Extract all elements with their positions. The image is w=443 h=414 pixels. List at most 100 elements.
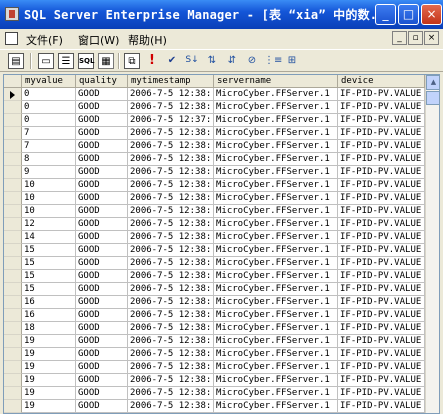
cell-servername[interactable]: MicroCyber.FFServer.1 xyxy=(214,114,338,127)
row-selector[interactable] xyxy=(4,218,22,231)
cell-device[interactable]: IF-PID-PV.VALUE xyxy=(338,374,425,387)
row-selector[interactable] xyxy=(4,348,22,361)
cell-servername[interactable]: MicroCyber.FFServer.1 xyxy=(214,101,338,114)
cell-myvalue[interactable]: 0 xyxy=(22,114,76,127)
cell-quality[interactable]: GOOD xyxy=(76,101,128,114)
cell-device[interactable]: IF-PID-PV.VALUE xyxy=(338,153,425,166)
cell-myvalue[interactable]: 19 xyxy=(22,400,76,413)
cell-mytimestamp[interactable]: 2006-7-5 12:38: xyxy=(128,361,214,374)
cell-device[interactable]: IF-PID-PV.VALUE xyxy=(338,348,425,361)
row-selector[interactable] xyxy=(4,192,22,205)
close-button[interactable]: × xyxy=(421,4,442,25)
cell-mytimestamp[interactable]: 2006-7-5 12:38: xyxy=(128,244,214,257)
cell-quality[interactable]: GOOD xyxy=(76,283,128,296)
remove-filter-2-icon[interactable]: ⊘ xyxy=(244,53,260,69)
row-selector[interactable] xyxy=(4,140,22,153)
row-selector[interactable] xyxy=(4,153,22,166)
sort-desc-icon[interactable]: ⇵ xyxy=(224,53,240,69)
row-selector[interactable] xyxy=(4,283,22,296)
cell-myvalue[interactable]: 19 xyxy=(22,361,76,374)
cell-servername[interactable]: MicroCyber.FFServer.1 xyxy=(214,400,338,413)
cell-device[interactable]: IF-PID-PV.VALUE xyxy=(338,322,425,335)
cell-device[interactable]: IF-PID-PV.VALUE xyxy=(338,192,425,205)
results-pane-icon[interactable]: ▦ xyxy=(98,53,114,69)
maximize-button[interactable]: □ xyxy=(398,4,419,25)
vertical-scrollbar[interactable]: ▲ xyxy=(425,75,439,413)
row-selector[interactable] xyxy=(4,244,22,257)
cell-device[interactable]: IF-PID-PV.VALUE xyxy=(338,179,425,192)
cell-mytimestamp[interactable]: 2006-7-5 12:37: xyxy=(128,114,214,127)
show-grid-icon[interactable]: ☰ xyxy=(58,53,74,69)
cell-quality[interactable]: GOOD xyxy=(76,179,128,192)
cell-quality[interactable]: GOOD xyxy=(76,205,128,218)
row-selector[interactable] xyxy=(4,374,22,387)
cell-quality[interactable]: GOOD xyxy=(76,218,128,231)
cell-myvalue[interactable]: 19 xyxy=(22,348,76,361)
cell-myvalue[interactable]: 9 xyxy=(22,166,76,179)
cell-mytimestamp[interactable]: 2006-7-5 12:38: xyxy=(128,335,214,348)
cell-servername[interactable]: MicroCyber.FFServer.1 xyxy=(214,127,338,140)
cell-quality[interactable]: GOOD xyxy=(76,335,128,348)
row-selector[interactable] xyxy=(4,88,22,101)
cell-mytimestamp[interactable]: 2006-7-5 12:38: xyxy=(128,374,214,387)
row-selector[interactable] xyxy=(4,166,22,179)
cell-device[interactable]: IF-PID-PV.VALUE xyxy=(338,283,425,296)
row-selector[interactable] xyxy=(4,296,22,309)
cell-mytimestamp[interactable]: 2006-7-5 12:38: xyxy=(128,257,214,270)
cell-myvalue[interactable]: 0 xyxy=(22,88,76,101)
cell-device[interactable]: IF-PID-PV.VALUE xyxy=(338,387,425,400)
cell-quality[interactable]: GOOD xyxy=(76,322,128,335)
row-selector[interactable] xyxy=(4,231,22,244)
cell-quality[interactable]: GOOD xyxy=(76,192,128,205)
cell-quality[interactable]: GOOD xyxy=(76,166,128,179)
row-selector[interactable] xyxy=(4,361,22,374)
cell-servername[interactable]: MicroCyber.FFServer.1 xyxy=(214,322,338,335)
row-selector[interactable] xyxy=(4,309,22,322)
column-header-mytimestamp[interactable]: mytimestamp xyxy=(128,75,214,88)
cell-myvalue[interactable]: 14 xyxy=(22,231,76,244)
cell-quality[interactable]: GOOD xyxy=(76,387,128,400)
cell-mytimestamp[interactable]: 2006-7-5 12:38: xyxy=(128,387,214,400)
cell-myvalue[interactable]: 10 xyxy=(22,179,76,192)
cell-device[interactable]: IF-PID-PV.VALUE xyxy=(338,205,425,218)
cell-mytimestamp[interactable]: 2006-7-5 12:38: xyxy=(128,231,214,244)
cell-mytimestamp[interactable]: 2006-7-5 12:38: xyxy=(128,88,214,101)
sql-pane-icon[interactable]: SQL xyxy=(78,53,94,69)
cell-servername[interactable]: MicroCyber.FFServer.1 xyxy=(214,257,338,270)
column-header-device[interactable]: device xyxy=(338,75,425,88)
scroll-thumb[interactable] xyxy=(426,91,439,105)
menu-help[interactable]: 帮助(H) xyxy=(128,32,167,48)
cell-servername[interactable]: MicroCyber.FFServer.1 xyxy=(214,231,338,244)
child-minimize-button[interactable]: _ xyxy=(392,31,407,45)
cell-servername[interactable]: MicroCyber.FFServer.1 xyxy=(214,374,338,387)
cell-mytimestamp[interactable]: 2006-7-5 12:38: xyxy=(128,101,214,114)
cell-myvalue[interactable]: 10 xyxy=(22,192,76,205)
cell-myvalue[interactable]: 12 xyxy=(22,218,76,231)
cell-mytimestamp[interactable]: 2006-7-5 12:38: xyxy=(128,140,214,153)
cell-myvalue[interactable]: 19 xyxy=(22,335,76,348)
cell-device[interactable]: IF-PID-PV.VALUE xyxy=(338,231,425,244)
child-close-button[interactable]: × xyxy=(424,31,439,45)
cell-myvalue[interactable]: 15 xyxy=(22,257,76,270)
cell-servername[interactable]: MicroCyber.FFServer.1 xyxy=(214,88,338,101)
cell-mytimestamp[interactable]: 2006-7-5 12:38: xyxy=(128,348,214,361)
column-header-myvalue[interactable]: myvalue xyxy=(22,75,76,88)
properties-icon[interactable]: ▤ xyxy=(8,53,24,69)
row-selector[interactable] xyxy=(4,101,22,114)
cell-myvalue[interactable]: 10 xyxy=(22,205,76,218)
menu-window[interactable]: 窗口(W) xyxy=(78,32,119,48)
cell-servername[interactable]: MicroCyber.FFServer.1 xyxy=(214,335,338,348)
cell-quality[interactable]: GOOD xyxy=(76,153,128,166)
row-selector[interactable] xyxy=(4,335,22,348)
cell-myvalue[interactable]: 7 xyxy=(22,140,76,153)
cell-quality[interactable]: GOOD xyxy=(76,231,128,244)
cell-device[interactable]: IF-PID-PV.VALUE xyxy=(338,166,425,179)
cell-quality[interactable]: GOOD xyxy=(76,296,128,309)
cell-quality[interactable]: GOOD xyxy=(76,140,128,153)
cell-device[interactable]: IF-PID-PV.VALUE xyxy=(338,309,425,322)
group-by-icon[interactable]: ⋮≡ xyxy=(264,53,282,69)
remove-filter-icon[interactable]: S↓ xyxy=(184,53,200,69)
show-diagram-icon[interactable]: ▭ xyxy=(38,53,54,69)
column-header-quality[interactable]: quality xyxy=(76,75,128,88)
cell-servername[interactable]: MicroCyber.FFServer.1 xyxy=(214,296,338,309)
